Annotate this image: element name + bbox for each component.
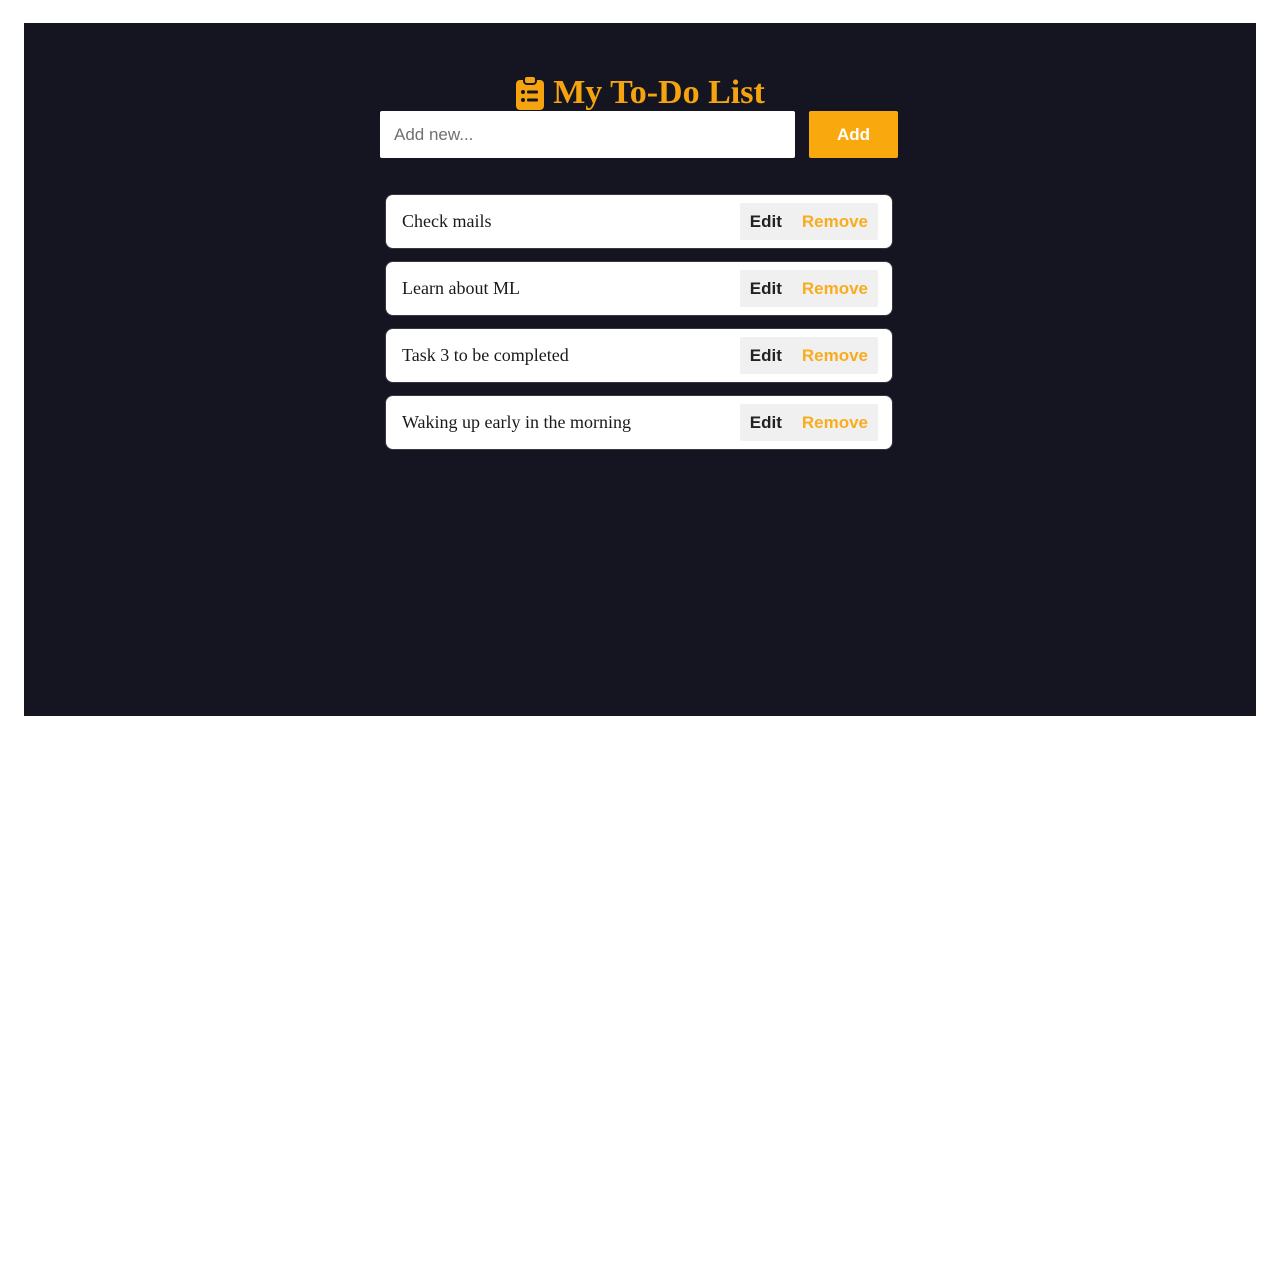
edit-button[interactable]: Edit (740, 203, 792, 240)
edit-button[interactable]: Edit (740, 270, 792, 307)
todo-actions: Edit Remove (739, 337, 878, 374)
todo-item: Task 3 to be completed Edit Remove (386, 329, 892, 382)
add-button[interactable]: Add (809, 111, 898, 158)
header: My To-Do List (24, 75, 1256, 111)
todo-item: Waking up early in the morning Edit Remo… (386, 396, 892, 449)
todo-actions: Edit Remove (739, 203, 878, 240)
todo-item: Learn about ML Edit Remove (386, 262, 892, 315)
todo-text: Task 3 to be completed (402, 345, 569, 365)
new-todo-input[interactable] (380, 111, 795, 158)
remove-button[interactable]: Remove (792, 337, 878, 374)
todo-actions: Edit Remove (739, 404, 878, 441)
todo-text: Check mails (402, 211, 492, 231)
remove-button[interactable]: Remove (792, 203, 878, 240)
todo-text: Learn about ML (402, 278, 520, 298)
page-title: My To-Do List (553, 74, 765, 111)
remove-button[interactable]: Remove (792, 270, 878, 307)
todo-list: Check mails Edit Remove Learn about ML E… (386, 195, 892, 463)
edit-button[interactable]: Edit (740, 337, 792, 374)
remove-button[interactable]: Remove (792, 404, 878, 441)
todo-item: Check mails Edit Remove (386, 195, 892, 248)
edit-button[interactable]: Edit (740, 404, 792, 441)
clipboard-list-icon (515, 75, 545, 111)
add-form: Add (380, 111, 898, 158)
app-panel: My To-Do List Add Check mails Edit Remov… (24, 23, 1256, 716)
todo-text: Waking up early in the morning (402, 412, 631, 432)
todo-actions: Edit Remove (739, 270, 878, 307)
